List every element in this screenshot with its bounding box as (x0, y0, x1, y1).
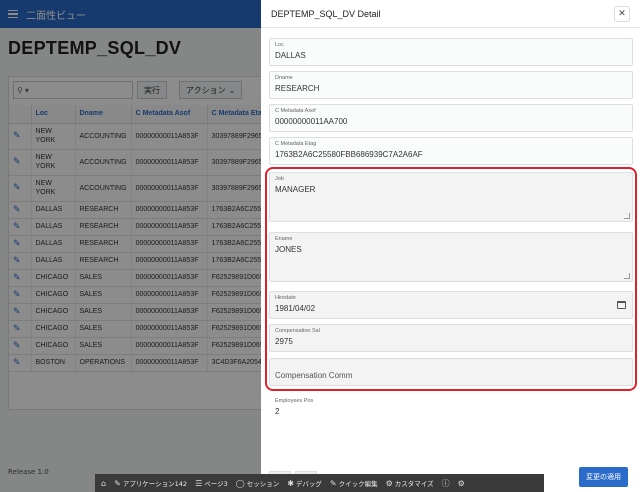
devbar-customize-label: カスタマイズ (394, 480, 434, 488)
edit-icon: ✎ (114, 478, 121, 488)
highlight-box (265, 167, 637, 391)
loc-label: Loc (275, 42, 284, 48)
devbar-page-label: ページ3 (204, 480, 228, 488)
apply-changes-button[interactable]: 変更の適用 (579, 467, 628, 487)
pos-value: 2 (275, 407, 280, 416)
asof-label: C Metadata Asof (275, 108, 316, 114)
quick-edit-icon: ✎ (329, 478, 337, 488)
pos-field[interactable]: Employees Pos 2 (269, 394, 633, 422)
debug-icon: ✱ (287, 478, 294, 488)
page-icon: ☰ (195, 478, 203, 488)
devbar-customize[interactable]: ⚙ カスタマイズ (385, 478, 434, 489)
dialog-title: DEPTEMP_SQL_DV Detail (271, 8, 381, 19)
session-icon: ◯ (235, 478, 245, 488)
loc-field[interactable]: Loc DALLAS (269, 38, 633, 66)
asof-value: 00000000011AA700 (275, 117, 348, 126)
dname-field[interactable]: Dname RESEARCH (269, 71, 633, 99)
devbar-quick-edit-label: クイック編集 (338, 480, 378, 488)
devbar-info[interactable]: ⓘ (442, 478, 450, 489)
asof-field[interactable]: C Metadata Asof 00000000011AA700 (269, 104, 633, 132)
close-button[interactable]: ✕ (614, 5, 630, 22)
dname-value: RESEARCH (275, 84, 320, 93)
customize-icon: ⚙ (385, 478, 393, 488)
pos-label: Employees Pos (275, 398, 314, 404)
devbar-debug[interactable]: ✱ デバッグ (287, 478, 322, 489)
dname-label: Dname (275, 75, 293, 81)
home-icon: ⌂ (101, 478, 107, 488)
etag-field[interactable]: C Metadata Etag 1763B2A6C25580FBB686939C… (269, 137, 633, 165)
developer-toolbar: ⌂ ✎ アプリケーション142 ☰ ページ3 ◯ セッション ✱ デバッグ ✎ クイック編… (95, 474, 544, 492)
devbar-session-label: セッション (246, 480, 280, 488)
loc-value: DALLAS (275, 51, 306, 60)
devbar-application-label: アプリケーション142 (122, 480, 188, 488)
dialog-header: DEPTEMP_SQL_DV Detail ✕ (261, 0, 640, 28)
etag-label: C Metadata Etag (275, 141, 317, 147)
devbar-session[interactable]: ◯ セッション (235, 478, 280, 489)
devbar-debug-label: デバッグ (295, 480, 322, 488)
devbar-home[interactable]: ⌂ (101, 479, 106, 488)
etag-value: 1763B2A6C25580FBB686939C7A2A6AF (275, 150, 423, 159)
devbar-settings[interactable]: ⚙ (458, 479, 465, 488)
info-icon: ⓘ (441, 478, 450, 488)
devbar-quick-edit[interactable]: ✎ クイック編集 (329, 478, 378, 489)
devbar-application[interactable]: ✎ アプリケーション142 (114, 478, 188, 489)
devbar-page[interactable]: ☰ ページ3 (195, 478, 228, 489)
close-icon: ✕ (618, 8, 626, 19)
settings-icon: ⚙ (457, 478, 465, 488)
